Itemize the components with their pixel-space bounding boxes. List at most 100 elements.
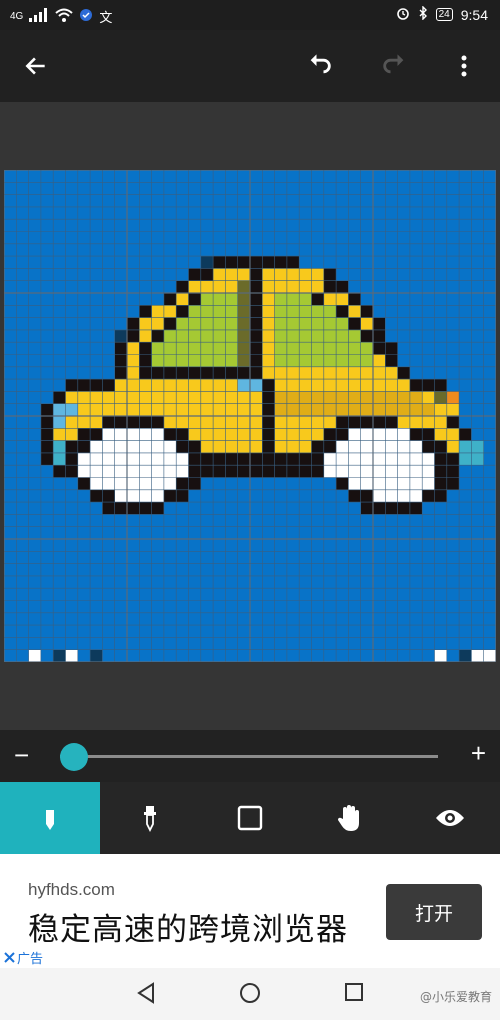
pixel-cell[interactable] — [114, 342, 127, 355]
pixel-cell[interactable] — [188, 379, 201, 392]
pixel-cell[interactable] — [373, 317, 386, 330]
pixel-cell[interactable] — [409, 489, 423, 503]
pixel-cell[interactable] — [250, 256, 263, 269]
pixel-cell[interactable] — [200, 366, 214, 380]
pixel-cell[interactable] — [225, 268, 238, 281]
pixel-cell[interactable] — [225, 379, 238, 392]
pixel-cell[interactable] — [422, 379, 435, 392]
pixel-cell[interactable] — [65, 403, 78, 416]
pixel-cell[interactable] — [188, 391, 201, 404]
pixel-cell[interactable] — [385, 440, 398, 453]
pixel-cell[interactable] — [336, 293, 349, 306]
pixel-cell[interactable] — [385, 342, 398, 355]
pixel-cell[interactable] — [213, 440, 226, 453]
pixel-cell[interactable] — [250, 379, 263, 392]
pixel-cell[interactable] — [286, 403, 300, 416]
pixel-cell[interactable] — [225, 329, 238, 343]
pixel-cell[interactable] — [163, 305, 177, 318]
pixel-cell[interactable] — [385, 428, 398, 441]
pixel-cell[interactable] — [262, 329, 275, 343]
pixel-cell[interactable] — [237, 305, 250, 318]
pixel-cell[interactable] — [311, 268, 324, 281]
nav-back-button[interactable] — [136, 982, 156, 1008]
pixel-cell[interactable] — [163, 391, 177, 404]
pixel-cell[interactable] — [188, 465, 201, 478]
pixel-cell[interactable] — [213, 379, 226, 392]
pixel-cell[interactable] — [262, 305, 275, 318]
pixel-cell[interactable] — [323, 329, 337, 343]
pixel-cell[interactable] — [139, 428, 152, 441]
pixel-cell[interactable] — [311, 329, 324, 343]
pixel-cell[interactable] — [200, 256, 214, 269]
pixel-cell[interactable] — [176, 329, 189, 343]
pixel-cell[interactable] — [176, 403, 189, 416]
pixel-cell[interactable] — [200, 268, 214, 281]
pixel-cell[interactable] — [336, 452, 349, 466]
pixel-cell[interactable] — [434, 489, 447, 503]
pixel-cell[interactable] — [360, 379, 373, 392]
pixel-cell[interactable] — [188, 329, 201, 343]
pixel-cell[interactable] — [225, 391, 238, 404]
pixel-cell[interactable] — [299, 403, 312, 416]
pixel-cell[interactable] — [250, 465, 263, 478]
pixel-cell[interactable] — [77, 477, 91, 490]
pixel-cell[interactable] — [163, 293, 177, 306]
pixel-cell[interactable] — [286, 268, 300, 281]
pixel-cell[interactable] — [422, 489, 435, 503]
pixel-cell[interactable] — [53, 649, 66, 662]
pixel-cell[interactable] — [213, 428, 226, 441]
pixel-cell[interactable] — [188, 354, 201, 367]
pixel-cell[interactable] — [274, 329, 287, 343]
pixel-cell[interactable] — [90, 477, 103, 490]
pixel-cell[interactable] — [213, 465, 226, 478]
pixel-cell[interactable] — [237, 256, 250, 269]
pixel-cell[interactable] — [77, 465, 91, 478]
tool-hand[interactable] — [300, 782, 400, 854]
pixel-cell[interactable] — [336, 317, 349, 330]
pixel-cell[interactable] — [127, 391, 140, 404]
pixel-cell[interactable] — [151, 379, 164, 392]
pixel-cell[interactable] — [90, 440, 103, 453]
pixel-cell[interactable] — [237, 366, 250, 380]
pixel-cell[interactable] — [40, 452, 54, 466]
pixel-cell[interactable] — [77, 416, 91, 429]
pixel-cell[interactable] — [127, 379, 140, 392]
pixel-cell[interactable] — [311, 354, 324, 367]
pixel-cell[interactable] — [471, 452, 484, 466]
pixel-cell[interactable] — [373, 465, 386, 478]
ad-open-button[interactable]: 打开 — [386, 884, 482, 940]
pixel-cell[interactable] — [225, 366, 238, 380]
pixel-cell[interactable] — [225, 305, 238, 318]
pixel-cell[interactable] — [286, 329, 300, 343]
pixel-cell[interactable] — [237, 379, 250, 392]
pixel-cell[interactable] — [225, 403, 238, 416]
pixel-cell[interactable] — [77, 379, 91, 392]
pixel-cell[interactable] — [373, 452, 386, 466]
pixel-cell[interactable] — [422, 465, 435, 478]
pixel-cell[interactable] — [200, 342, 214, 355]
pixel-cell[interactable] — [163, 342, 177, 355]
pixel-cell[interactable] — [188, 440, 201, 453]
pixel-cell[interactable] — [348, 416, 361, 429]
pixel-cell[interactable] — [114, 354, 127, 367]
pixel-cell[interactable] — [139, 489, 152, 503]
pixel-cell[interactable] — [90, 391, 103, 404]
pixel-cell[interactable] — [262, 293, 275, 306]
pixel-cell[interactable] — [53, 452, 66, 466]
pixel-cell[interactable] — [397, 502, 410, 515]
pixel-cell[interactable] — [102, 416, 115, 429]
pixel-cell[interactable] — [90, 465, 103, 478]
pixel-cell[interactable] — [373, 379, 386, 392]
pixel-cell[interactable] — [213, 342, 226, 355]
pixel-cell[interactable] — [360, 465, 373, 478]
pixel-cell[interactable] — [299, 465, 312, 478]
pixel-cell[interactable] — [262, 403, 275, 416]
pixel-cell[interactable] — [348, 391, 361, 404]
pixel-cell[interactable] — [360, 428, 373, 441]
pixel-cell[interactable] — [65, 452, 78, 466]
pixel-cell[interactable] — [409, 379, 423, 392]
pixel-cell[interactable] — [200, 452, 214, 466]
pixel-cell[interactable] — [422, 477, 435, 490]
pixel-cell[interactable] — [311, 280, 324, 293]
pixel-cell[interactable] — [53, 416, 66, 429]
